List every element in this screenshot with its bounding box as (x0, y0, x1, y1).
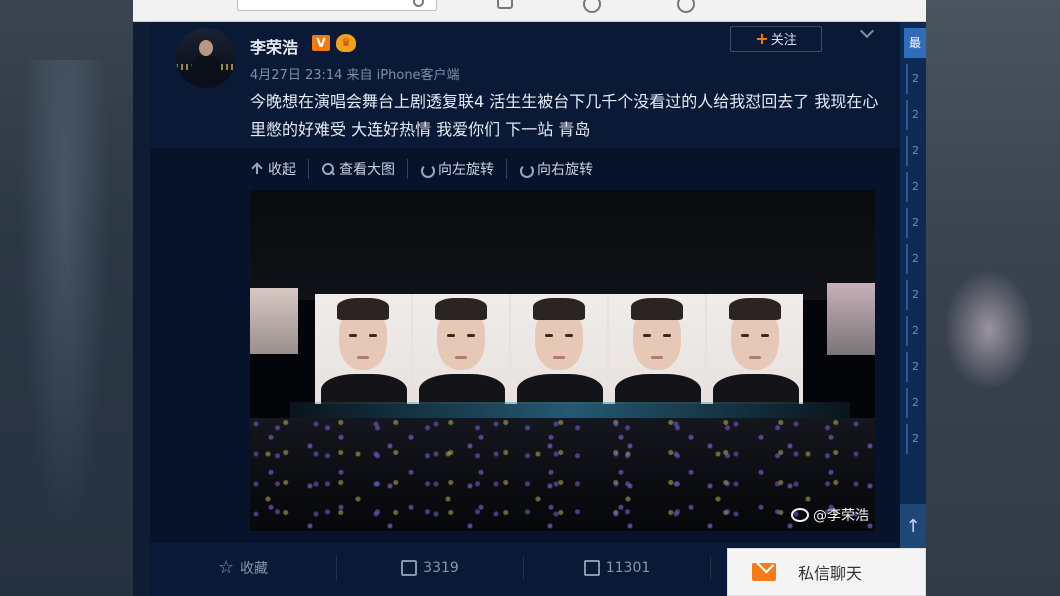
toolbar-add-icon[interactable] (677, 0, 695, 13)
timeline-item[interactable]: 2 (906, 244, 926, 274)
collapse-label: 收起 (268, 162, 296, 178)
timeline-item[interactable]: 2 (906, 136, 926, 166)
photo-watermark: @李荣浩 (791, 505, 869, 525)
repost-button[interactable]: 3319 (337, 556, 524, 580)
timeline-item[interactable]: 2 (906, 352, 926, 382)
side-screen-right (827, 283, 875, 355)
screen-face (609, 294, 705, 404)
timeline-item[interactable]: 2 (906, 100, 926, 130)
verified-badge-icon: V (312, 35, 330, 51)
top-toolbar (133, 0, 926, 22)
concert-photo[interactable]: @李荣浩 (250, 190, 875, 531)
view-large-label: 查看大图 (339, 162, 395, 178)
screen-face (315, 294, 411, 404)
search-icon[interactable] (413, 0, 424, 7)
collapse-up-icon (250, 162, 264, 176)
browser-window: 李荣浩 V ♛ 4月27日 23:14 来自 iPhone客户端 + 关注 今晚想… (133, 0, 926, 596)
crown-badge-icon: ♛ (336, 34, 356, 52)
chevron-down-icon[interactable] (860, 26, 874, 40)
screen-face (707, 294, 803, 404)
timeline-item[interactable]: 2 (906, 172, 926, 202)
private-chat-button[interactable]: 私信聊天 (727, 548, 926, 596)
timeline-item[interactable]: 2 (906, 208, 926, 238)
plus-icon: + (755, 29, 769, 48)
star-icon (218, 557, 234, 578)
comment-button[interactable]: 11301 (524, 556, 711, 580)
image-toolbar: 收起 查看大图 向左旋转 向右旋转 (250, 158, 605, 180)
author-name[interactable]: 李荣浩 (250, 34, 298, 58)
private-chat-label: 私信聊天 (798, 564, 863, 583)
toolbar-circle-icon[interactable] (583, 0, 601, 13)
rotate-left-button[interactable]: 向左旋转 (407, 159, 506, 179)
comment-icon (583, 560, 600, 576)
zoom-icon (321, 162, 335, 176)
weibo-post-card: 李荣浩 V ♛ 4月27日 23:14 来自 iPhone客户端 + 关注 今晚想… (150, 22, 900, 596)
background-blur-shape (944, 270, 1034, 390)
timeline-item[interactable]: 2 (906, 316, 926, 346)
follow-button[interactable]: + 关注 (730, 26, 822, 52)
rotate-right-button[interactable]: 向右旋转 (506, 159, 605, 179)
screen-face (413, 294, 509, 404)
collapse-button[interactable]: 收起 (250, 159, 308, 179)
timeline-header[interactable]: 最 (904, 28, 926, 58)
envelope-icon (752, 563, 776, 581)
share-icon (401, 560, 418, 576)
background-left (0, 0, 133, 596)
background-right (926, 0, 1060, 596)
follow-label: 关注 (770, 33, 797, 48)
timeline-item[interactable]: 2 (906, 424, 926, 454)
rotate-left-icon (420, 162, 435, 178)
timeline-item[interactable]: 2 (906, 388, 926, 418)
back-to-top-button[interactable]: ↑ (900, 504, 926, 550)
post-meta: 4月27日 23:14 来自 iPhone客户端 (250, 68, 460, 83)
audience (250, 418, 875, 531)
side-screen-left (250, 288, 298, 354)
stage-screens (315, 294, 803, 404)
weibo-logo-icon (791, 508, 809, 522)
timeline-item[interactable]: 2 (906, 64, 926, 94)
rotate-left-label: 向左旋转 (438, 162, 494, 178)
favorite-button[interactable]: 收藏 (150, 556, 337, 580)
avatar[interactable] (176, 28, 236, 88)
rotate-right-label: 向右旋转 (537, 162, 593, 178)
toolbar-window-icon[interactable] (497, 0, 513, 9)
post-text: 今晚想在演唱会舞台上剧透复联4 活生生被台下几千个没看过的人给我怼回去了 我现在… (250, 92, 879, 139)
screen-face (511, 294, 607, 404)
search-input[interactable] (237, 0, 437, 11)
timeline-sidebar: 最 2 2 2 2 2 2 2 2 2 2 2 ↑ (900, 22, 926, 596)
view-large-button[interactable]: 查看大图 (308, 159, 407, 179)
timeline-item[interactable]: 2 (906, 280, 926, 310)
rotate-right-icon (519, 162, 534, 178)
